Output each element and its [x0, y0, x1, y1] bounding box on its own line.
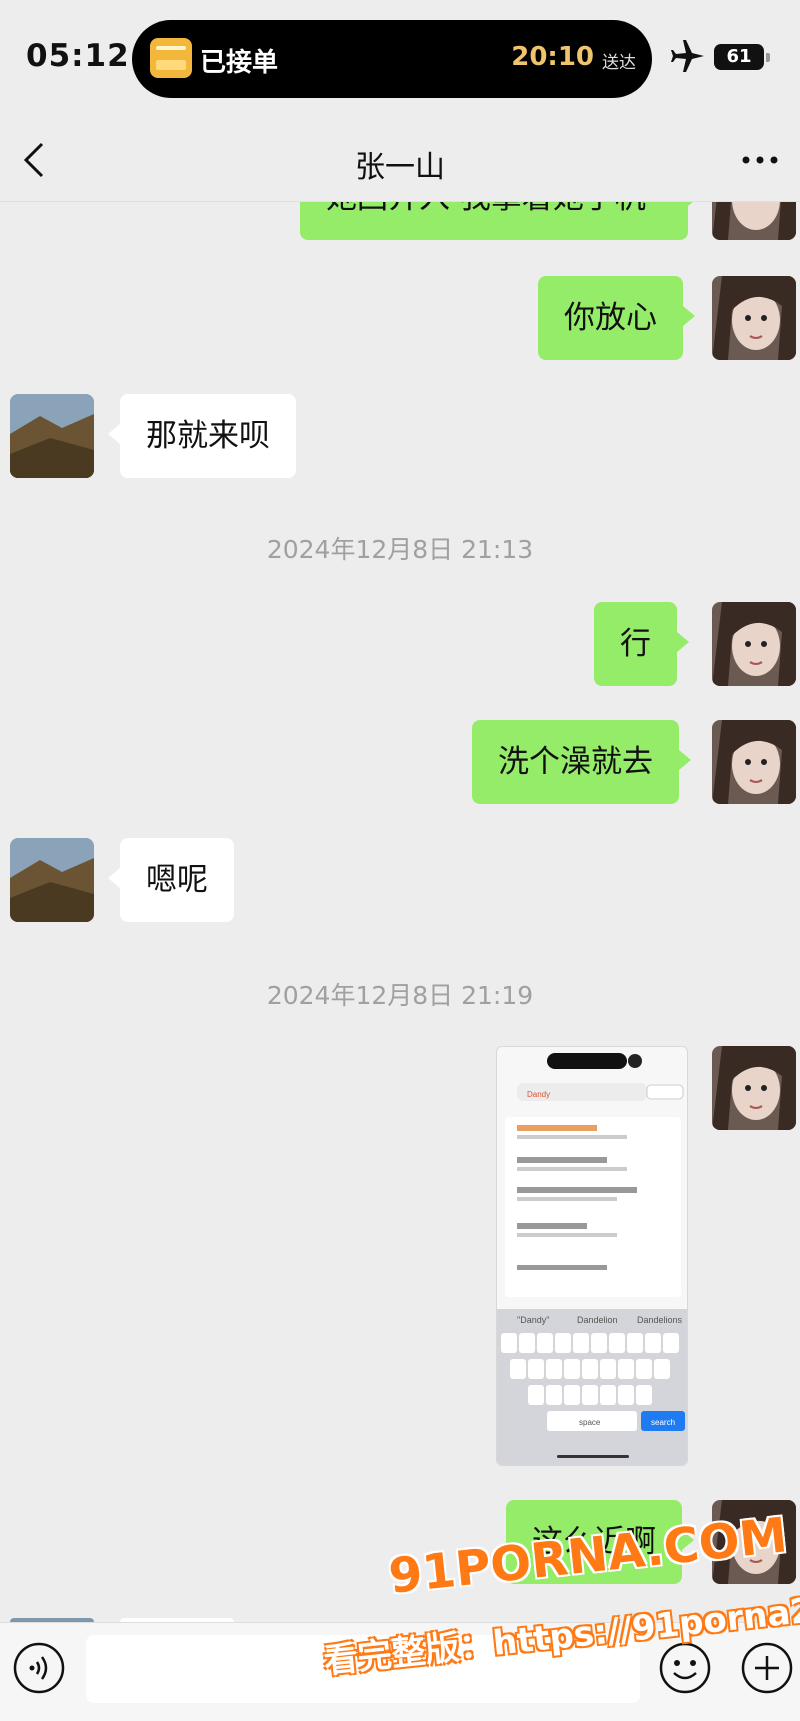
- search-text: Dandy: [527, 1090, 550, 1099]
- space-key: space: [579, 1418, 601, 1427]
- message-bubble-received[interactable]: 嗯呢: [108, 838, 234, 922]
- plus-icon[interactable]: [740, 1641, 794, 1695]
- battery-icon: 61: [714, 44, 770, 70]
- avatar-self[interactable]: [712, 1046, 796, 1130]
- message-bubble-sent[interactable]: 你放心: [538, 276, 695, 360]
- dynamic-island[interactable]: 已接单 20:10 送达: [132, 20, 652, 98]
- message-bubble-sent[interactable]: 行: [594, 602, 689, 686]
- status-bar: 05:12 已接单 20:10 送达 61: [0, 0, 800, 118]
- chat-header: 张一山: [0, 118, 800, 202]
- avatar-contact[interactable]: [10, 838, 94, 922]
- delivery-box-icon: [150, 38, 192, 78]
- message-row: 行: [0, 602, 800, 686]
- image-message-screenshot[interactable]: "Dandy" Dandelion Dandelions space searc…: [496, 1046, 688, 1466]
- island-suffix: 送达: [602, 53, 636, 73]
- screenshot-thumbnail: "Dandy" Dandelion Dandelions space searc…: [497, 1047, 687, 1465]
- suggestion-3: Dandelions: [637, 1315, 683, 1325]
- search-key: search: [651, 1418, 675, 1427]
- island-label: 已接单: [200, 48, 279, 78]
- message-bubble-sent[interactable]: 洗个澡就去: [472, 720, 691, 804]
- message-bubble-received[interactable]: 那就来呗: [108, 394, 296, 478]
- message-row: 那就来呗: [0, 394, 800, 478]
- island-time: 20:10: [511, 42, 594, 72]
- voice-input-icon[interactable]: [12, 1641, 66, 1695]
- timestamp: 2024年12月8日 21:13: [266, 535, 534, 564]
- emoji-icon[interactable]: [658, 1641, 712, 1695]
- suggestion-2: Dandelion: [577, 1315, 618, 1325]
- message-row: 嗯呢: [0, 838, 800, 922]
- more-options-icon[interactable]: [740, 150, 780, 170]
- message-row: 洗个澡就去: [0, 720, 800, 804]
- message-row-partial: 她回介入 我拿着她手机: [0, 202, 800, 240]
- airplane-mode-icon: [671, 40, 704, 72]
- timestamp: 2024年12月8日 21:19: [266, 981, 534, 1010]
- avatar-self[interactable]: [712, 720, 796, 804]
- message-row: 你放心: [0, 276, 800, 360]
- chat-title: 张一山: [355, 150, 445, 185]
- avatar-self[interactable]: [712, 602, 796, 686]
- status-time: 05:12: [26, 38, 130, 74]
- suggestion-1: "Dandy": [517, 1315, 549, 1325]
- avatar-contact[interactable]: [10, 394, 94, 478]
- avatar-self[interactable]: [712, 202, 796, 240]
- avatar-self[interactable]: [712, 276, 796, 360]
- message-bubble-sent[interactable]: 她回介入 我拿着她手机: [300, 202, 700, 240]
